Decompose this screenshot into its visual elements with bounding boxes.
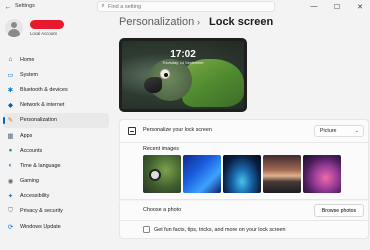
choose-photo-label: Choose a photo	[143, 207, 182, 213]
sidebar-item-label: Accounts	[20, 147, 43, 154]
sidebar-item-label: Privacy & security	[20, 208, 63, 215]
sidebar-item-label: Apps	[20, 132, 33, 139]
sidebar-item-time-language[interactable]: ◐ Time & language	[3, 158, 109, 173]
bluetooth-icon: ✱	[7, 86, 14, 94]
recent-image-parrot[interactable]	[143, 155, 181, 193]
recent-image-glow[interactable]	[223, 155, 261, 193]
sidebar-item-label: Bluetooth & devices	[20, 86, 68, 93]
close-button[interactable]: ✕	[349, 1, 370, 12]
recent-images-list	[143, 155, 341, 193]
update-icon: ⟳	[7, 223, 14, 231]
sidebar-item-network-internet[interactable]: ◆ Network & internet	[3, 98, 109, 113]
app-title: Settings	[15, 3, 35, 9]
sidebar-item-label: Time & language	[20, 162, 61, 169]
sidebar-item-label: Accessibility	[20, 193, 50, 200]
accessibility-icon: ✦	[7, 193, 14, 201]
recent-image-sunset[interactable]	[263, 155, 301, 193]
gamepad-icon: ◉	[7, 178, 14, 186]
user-profile[interactable]: Local Account	[5, 17, 105, 41]
lock-screen-preview: 17:02 Thursday, 14 September	[119, 38, 247, 112]
page-title: Lock screen	[209, 16, 274, 28]
sidebar-item-bluetooth-devices[interactable]: ✱ Bluetooth & devices	[3, 82, 109, 97]
globe-icon: ◐	[8, 162, 13, 170]
preview-clock-date: Thursday, 14 September	[162, 61, 204, 65]
personalize-dropdown[interactable]: Picture ⌄	[314, 125, 364, 137]
sidebar-item-gaming[interactable]: ◉ Gaming	[3, 174, 109, 189]
choose-photo-row: Choose a photo Browse photos	[119, 201, 369, 221]
recent-image-pink-swirl[interactable]	[303, 155, 341, 193]
avatar	[5, 19, 23, 37]
sidebar-item-system[interactable]: ▭ System	[3, 67, 109, 82]
sidebar-item-label: Network & internet	[20, 102, 65, 109]
sidebar-nav: ⌂ Home ▭ System ✱ Bluetooth & devices ◆ Network…	[3, 52, 109, 234]
parrot-beak	[144, 77, 162, 93]
fun-facts-label: Get fun facts, tips, tricks, and more on…	[154, 227, 286, 233]
search-input[interactable]	[108, 3, 268, 10]
search-icon: ⌕	[101, 3, 105, 9]
recent-image-blue-bloom[interactable]	[183, 155, 221, 193]
sidebar-item-privacy-security[interactable]: ⛉ Privacy & security	[3, 204, 109, 219]
personalize-lock-screen-row: Personalize your lock screen Picture ⌄	[119, 119, 369, 143]
sidebar-item-label: Home	[20, 56, 35, 63]
sidebar-item-label: Windows Update	[20, 223, 61, 230]
sidebar-item-windows-update[interactable]: ⟳ Windows Update	[3, 219, 109, 234]
fun-facts-row: Get fun facts, tips, tricks, and more on…	[119, 221, 369, 239]
shield-icon: ⛉	[8, 207, 13, 215]
home-icon: ⌂	[8, 56, 13, 64]
brush-icon: ✎	[7, 117, 14, 125]
maximize-button[interactable]: ☐	[326, 1, 348, 12]
sidebar-item-label: System	[20, 71, 38, 78]
lock-screen-icon	[128, 127, 136, 135]
recent-images-section: Recent images	[119, 143, 369, 200]
minimize-button[interactable]: —	[303, 1, 325, 12]
preview-wallpaper: 17:02 Thursday, 14 September	[122, 41, 244, 109]
sidebar-item-label: Gaming	[20, 178, 39, 185]
browse-photos-button[interactable]: Browse photos	[314, 204, 364, 217]
accounts-icon: ●	[8, 147, 13, 155]
sidebar-item-home[interactable]: ⌂ Home	[3, 52, 109, 67]
recent-images-label: Recent images	[143, 146, 179, 152]
monitor-icon: ▭	[7, 71, 14, 79]
fun-facts-checkbox[interactable]	[143, 226, 150, 233]
preview-clock-time: 17:02	[170, 49, 196, 60]
apps-icon: ▦	[7, 132, 14, 140]
breadcrumb-separator: ›	[197, 17, 200, 27]
sidebar-item-apps[interactable]: ▦ Apps	[3, 128, 109, 143]
sidebar-item-personalization[interactable]: ✎ Personalization	[3, 112, 109, 128]
sidebar-item-accessibility[interactable]: ✦ Accessibility	[3, 189, 109, 204]
profile-name-redacted	[30, 20, 64, 29]
search-box[interactable]: ⌕	[97, 1, 275, 12]
personalize-label: Personalize your lock screen	[143, 127, 212, 133]
dropdown-value: Picture	[320, 128, 337, 134]
back-arrow-icon[interactable]: ←	[3, 2, 13, 12]
wifi-icon: ◆	[8, 102, 13, 110]
title-bar: ← Settings ⌕ — ☐ ✕	[0, 0, 370, 14]
breadcrumb-parent[interactable]: Personalization	[119, 16, 194, 28]
chevron-down-icon: ⌄	[354, 128, 359, 134]
sidebar-item-accounts[interactable]: ● Accounts	[3, 143, 109, 158]
sidebar-item-label: Personalization	[20, 117, 57, 124]
parrot-eye	[160, 69, 170, 79]
account-type-label: Local Account	[30, 31, 57, 36]
